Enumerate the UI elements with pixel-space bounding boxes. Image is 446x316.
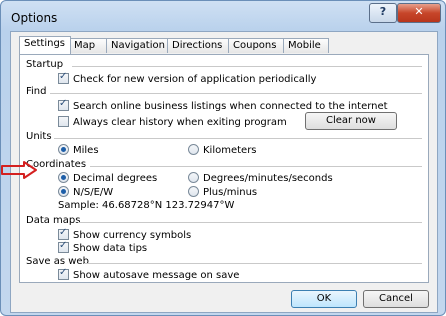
tab-mobile[interactable]: Mobile [283,38,329,53]
plus-minus-radio[interactable] [188,186,199,197]
startup-divider [72,66,422,67]
options-dialog: Options ? ✕ Settings Map Navigation Dire… [0,0,446,316]
save-as-web-divider [84,263,422,264]
clear-history-row[interactable]: Always clear history when exiting progra… [58,116,287,128]
ok-button[interactable]: OK [291,290,357,308]
units-heading: Units [26,131,52,142]
plus-minus-row[interactable]: Plus/minus [188,186,257,198]
miles-radio[interactable] [58,144,69,155]
autosave-label: Show autosave message on save [73,270,240,281]
dms-label: Degrees/minutes/seconds [203,173,333,184]
dialog-body: Settings Map Navigation Directions Coupo… [10,31,438,313]
settings-page: Startup Check for new version of applica… [19,54,429,283]
tab-directions[interactable]: Directions [167,38,229,53]
startup-heading: Startup [26,59,64,70]
nsew-label: N/S/E/W [73,187,114,198]
miles-label: Miles [73,145,99,156]
dms-radio[interactable] [188,172,199,183]
autosave-row[interactable]: Show autosave message on save [58,267,240,281]
decimal-degrees-label: Decimal degrees [73,173,158,184]
close-button[interactable]: ✕ [397,3,441,23]
coordinates-divider [90,166,422,167]
red-arrow-icon [1,161,37,179]
plus-minus-label: Plus/minus [203,187,258,198]
nsew-radio[interactable] [58,186,69,197]
search-online-checkbox[interactable] [58,98,69,111]
save-as-web-heading: Save as web [26,256,89,267]
currency-row[interactable]: Show currency symbols [58,227,192,241]
help-button[interactable]: ? [369,3,397,23]
data-tips-row[interactable]: Show data tips [58,240,148,254]
find-divider [50,93,422,94]
kilometers-row[interactable]: Kilometers [188,144,257,156]
autosave-checkbox[interactable] [58,267,69,280]
data-maps-divider [78,222,422,223]
clear-now-button[interactable]: Clear now [305,112,397,130]
kilometers-radio[interactable] [188,144,199,155]
decimal-degrees-row[interactable]: Decimal degrees [58,172,157,184]
clear-history-label: Always clear history when exiting progra… [73,117,287,128]
units-divider [54,138,422,139]
tab-settings[interactable]: Settings [19,36,71,54]
title-bar: Options ? ✕ [1,1,445,31]
tab-map[interactable]: Map [69,38,107,53]
miles-row[interactable]: Miles [58,144,99,156]
find-heading: Find [26,86,47,97]
search-online-label: Search online business listings when con… [73,101,388,112]
check-version-checkbox[interactable] [58,71,69,84]
currency-checkbox[interactable] [58,227,69,240]
data-tips-label: Show data tips [73,243,148,254]
check-version-label: Check for new version of application per… [73,74,317,85]
data-tips-checkbox[interactable] [58,240,69,253]
cancel-button[interactable]: Cancel [363,290,429,308]
kilometers-label: Kilometers [203,145,257,156]
clear-history-checkbox[interactable] [58,116,69,127]
tab-coupons[interactable]: Coupons [228,38,284,53]
nsew-row[interactable]: N/S/E/W [58,186,113,198]
data-maps-heading: Data maps [26,215,81,226]
tab-navigation[interactable]: Navigation [106,38,168,53]
currency-label: Show currency symbols [73,230,192,241]
coordinate-sample: Sample: 46.68728°N 123.72947°W [58,200,235,211]
decimal-degrees-radio[interactable] [58,172,69,183]
search-online-row[interactable]: Search online business listings when con… [58,98,388,112]
dms-row[interactable]: Degrees/minutes/seconds [188,172,333,184]
window-title: Options [11,11,58,25]
check-version-row[interactable]: Check for new version of application per… [58,71,317,85]
